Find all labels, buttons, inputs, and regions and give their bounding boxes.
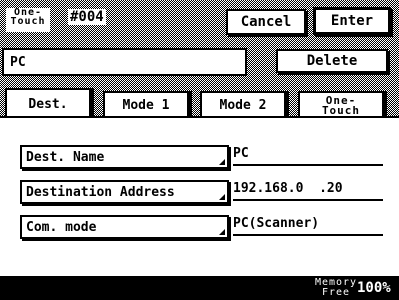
corner-marker-icon	[219, 159, 225, 165]
tab-dest[interactable]: Dest.	[5, 88, 91, 118]
com-mode-label: Com. mode	[26, 219, 97, 235]
onetouch-title: One- Touch	[6, 8, 50, 32]
status-bar: Memory Free 100%	[0, 276, 399, 300]
enter-button[interactable]: Enter	[313, 7, 391, 35]
tab-mode1-label: Mode 1	[122, 98, 170, 113]
corner-marker-icon	[219, 194, 225, 200]
name-input-value: PC	[10, 54, 26, 70]
tab-mode2-label: Mode 2	[219, 98, 267, 113]
name-input[interactable]: PC	[2, 48, 247, 76]
com-mode-button[interactable]: Com. mode	[20, 215, 229, 239]
delete-button-label: Delete	[306, 53, 358, 69]
tab-onetouch-line2: Touch	[321, 103, 361, 117]
onetouch-title-line2: Touch	[10, 16, 46, 27]
corner-marker-icon	[219, 229, 225, 235]
memory-free-label: Memory Free	[314, 278, 358, 298]
tab-onetouch[interactable]: One- Touch	[298, 91, 384, 118]
dest-name-button[interactable]: Dest. Name	[20, 145, 229, 169]
dest-name-label: Dest. Name	[26, 149, 105, 165]
cancel-button-label: Cancel	[240, 14, 292, 30]
cancel-button[interactable]: Cancel	[226, 9, 306, 35]
dest-name-value: PC	[233, 144, 383, 166]
tab-baseline	[0, 116, 399, 118]
tab-mode1[interactable]: Mode 1	[103, 91, 189, 118]
enter-button-label: Enter	[330, 13, 374, 29]
memory-line2: Free	[321, 287, 351, 298]
memory-percent: 100%	[357, 280, 391, 296]
tab-mode2[interactable]: Mode 2	[200, 91, 286, 118]
com-mode-value: PC(Scanner)	[233, 214, 383, 236]
destination-address-label: Destination Address	[26, 184, 175, 200]
destination-address-button[interactable]: Destination Address	[20, 180, 229, 204]
entry-number: #004	[68, 9, 106, 25]
delete-button[interactable]: Delete	[276, 49, 388, 73]
destination-address-value: 192.168.0 .20	[233, 179, 383, 201]
tab-dest-label: Dest.	[28, 96, 68, 112]
